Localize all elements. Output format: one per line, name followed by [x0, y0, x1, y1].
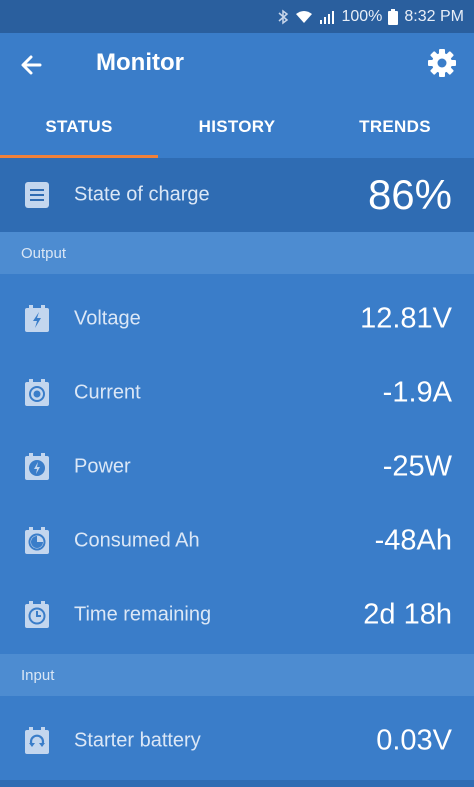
clock-time: 8:32 PM [404, 7, 464, 25]
starter-battery-row: Starter battery 0.03V [0, 704, 474, 778]
signal-icon [319, 10, 335, 24]
current-value: -1.9A [382, 376, 452, 409]
list-battery-icon [24, 181, 50, 209]
battery-icon [388, 8, 399, 25]
soc-label: State of charge [74, 183, 210, 206]
voltage-value: 12.81V [360, 302, 452, 335]
voltage-label: Voltage [74, 307, 141, 330]
status-bar: 100% 8:32 PM [0, 0, 474, 33]
voltage-row: Voltage 12.81V [0, 282, 474, 356]
output-section-header: Output [0, 232, 474, 274]
back-arrow-icon[interactable] [16, 49, 48, 81]
bolt-battery-icon [24, 305, 50, 333]
bluetooth-icon [277, 9, 289, 25]
circle-battery-icon [24, 379, 50, 407]
consumed-ah-label: Consumed Ah [74, 529, 200, 552]
current-row: Current -1.9A [0, 356, 474, 430]
starter-battery-label: Starter battery [74, 729, 201, 752]
power-value: -25W [382, 450, 452, 483]
time-remaining-row: Time remaining 2d 18h [0, 578, 474, 652]
consumed-ah-value: -48Ah [374, 524, 452, 557]
battery-percent: 100% [341, 7, 383, 25]
power-row: Power -25W [0, 430, 474, 504]
bottom-divider [0, 780, 474, 787]
gear-icon[interactable] [426, 47, 458, 79]
input-section-header: Input [0, 654, 474, 696]
consumed-ah-row: Consumed Ah -48Ah [0, 504, 474, 578]
time-remaining-label: Time remaining [74, 603, 212, 626]
tab-status[interactable]: STATUS [0, 95, 158, 158]
wifi-icon [295, 10, 313, 24]
power-label: Power [74, 455, 131, 478]
refresh-battery-icon [24, 727, 50, 755]
time-remaining-value: 2d 18h [363, 598, 452, 631]
page-title: Monitor [96, 49, 184, 76]
clock-battery-icon [24, 601, 50, 629]
starter-battery-value: 0.03V [376, 724, 452, 757]
soc-value: 86% [367, 171, 452, 218]
power-battery-icon [24, 453, 50, 481]
tab-trends[interactable]: TRENDS [316, 95, 474, 158]
current-label: Current [74, 381, 141, 404]
app-bar: Monitor [0, 33, 474, 95]
state-of-charge-row: State of charge 86% [0, 158, 474, 232]
tab-history[interactable]: HISTORY [158, 95, 316, 158]
tab-bar: STATUS HISTORY TRENDS [0, 95, 474, 158]
consumed-battery-icon [24, 527, 50, 555]
